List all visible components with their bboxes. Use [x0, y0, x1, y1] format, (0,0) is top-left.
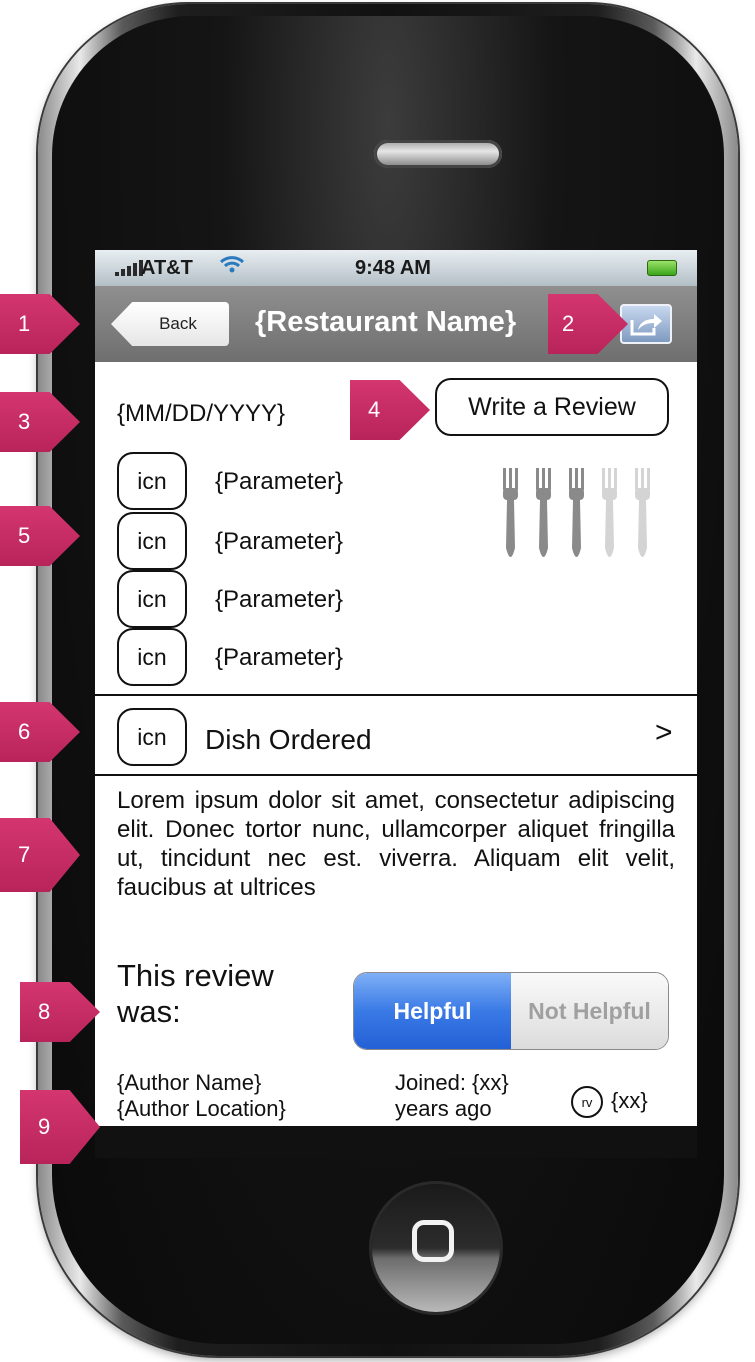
- fork-rating: [503, 468, 650, 557]
- author-info: {Author Name} {Author Location}: [117, 1070, 286, 1122]
- review-text: Lorem ipsum dolor sit amet, consectetur …: [117, 787, 675, 901]
- fork-icon-filled: [569, 468, 584, 557]
- dish-ordered-row[interactable]: icn Dish Ordered >: [95, 696, 697, 774]
- battery-icon: [647, 260, 677, 276]
- parameter-label: {Parameter}: [215, 586, 344, 613]
- status-time: 9:48 AM: [355, 257, 431, 279]
- parameter-label: {Parameter}: [215, 468, 344, 495]
- write-review-button[interactable]: Write a Review: [435, 378, 669, 436]
- fork-icon-empty: [602, 468, 617, 557]
- home-square-icon: [412, 1220, 454, 1262]
- carrier-name: AT&T: [141, 257, 193, 279]
- wifi-icon: [219, 254, 245, 280]
- review-date: {MM/DD/YYYY}: [117, 400, 286, 427]
- parameter-icon: icn: [117, 628, 187, 686]
- page-title: {Restaurant Name}: [255, 306, 517, 338]
- review-count-icon: rv: [571, 1086, 603, 1118]
- parameter-label: {Parameter}: [215, 528, 344, 555]
- parameter-icon: icn: [117, 452, 187, 510]
- signal-bars-icon: [115, 260, 143, 276]
- share-icon: [630, 314, 662, 336]
- home-button[interactable]: [372, 1184, 500, 1312]
- parameter-row: icn {Parameter}: [117, 628, 437, 688]
- fork-icon-filled: [536, 468, 551, 557]
- parameter-row: icn {Parameter}: [117, 512, 437, 572]
- author-location: {Author Location}: [117, 1096, 286, 1121]
- helpful-segmented-control: Helpful Not Helpful: [353, 972, 669, 1050]
- joined-info: Joined: {xx} years ago: [395, 1070, 509, 1121]
- bottom-band: [95, 1126, 697, 1158]
- not-helpful-button[interactable]: Not Helpful: [511, 973, 668, 1049]
- helpful-button[interactable]: Helpful: [354, 973, 511, 1049]
- parameter-label: {Parameter}: [215, 644, 344, 671]
- earpiece-speaker: [374, 140, 502, 168]
- helpful-prompt: This review was:: [117, 958, 274, 1029]
- author-name[interactable]: {Author Name}: [117, 1070, 286, 1096]
- chevron-right-icon: >: [655, 716, 673, 749]
- fork-icon-empty: [635, 468, 650, 557]
- dish-ordered-label: Dish Ordered: [205, 724, 372, 755]
- parameter-row: icn {Parameter}: [117, 452, 437, 512]
- back-button[interactable]: Back: [111, 302, 229, 346]
- dish-icon: icn: [117, 708, 187, 766]
- status-bar: AT&T 9:48 AM: [95, 250, 697, 286]
- parameter-icon: icn: [117, 570, 187, 628]
- review-count: {xx}: [611, 1088, 648, 1113]
- divider: [95, 774, 697, 776]
- fork-icon-filled: [503, 468, 518, 557]
- parameter-icon: icn: [117, 512, 187, 570]
- parameter-row: icn {Parameter}: [117, 570, 437, 630]
